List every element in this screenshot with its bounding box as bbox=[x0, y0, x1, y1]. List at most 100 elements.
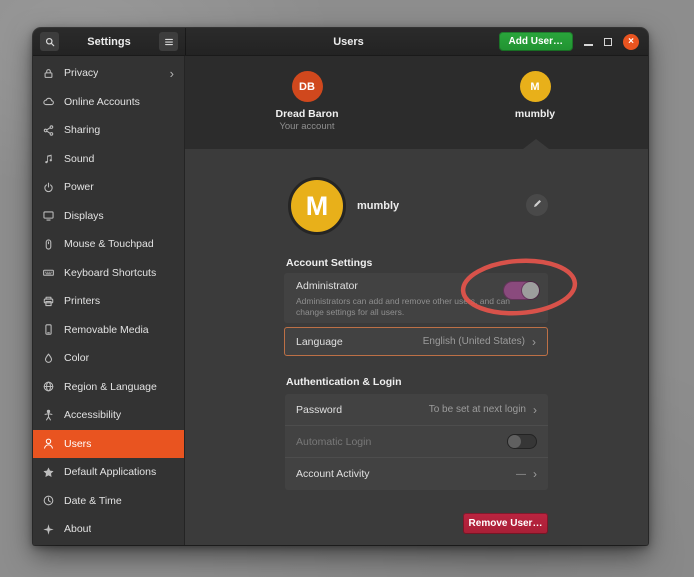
sidebar-item-about[interactable]: About bbox=[33, 515, 184, 544]
sidebar-item-mouse-and-touchpad[interactable]: Mouse & Touchpad bbox=[33, 230, 184, 259]
maximize-button[interactable] bbox=[604, 38, 612, 46]
sidebar-item-label: Accessibility bbox=[64, 409, 121, 421]
sidebar-item-label: Privacy bbox=[64, 67, 98, 79]
user-card-mumbly[interactable]: Mmumbly bbox=[475, 71, 595, 120]
administrator-row: Administrator Administrators can add and… bbox=[284, 273, 548, 323]
user-card-name: Dread Baron bbox=[247, 108, 367, 120]
hamburger-icon bbox=[163, 36, 175, 48]
settings-window: Settings Users Add User… × Privacy › Onlin… bbox=[33, 28, 648, 545]
window-controls: Add User… × bbox=[499, 32, 648, 51]
sidebar-item-label: Default Applications bbox=[64, 466, 156, 478]
automatic-login-row: Automatic Login bbox=[285, 426, 548, 458]
toggle-knob bbox=[508, 435, 521, 448]
sidebar-item-label: Power bbox=[64, 181, 94, 193]
sidebar-item-online-accounts[interactable]: Online Accounts bbox=[33, 88, 184, 117]
sidebar-item-accessibility[interactable]: Accessibility bbox=[33, 401, 184, 430]
accessibility-icon bbox=[42, 409, 55, 422]
mouse-icon bbox=[42, 238, 55, 251]
color-icon bbox=[42, 352, 55, 365]
toggle-knob bbox=[522, 282, 539, 299]
sidebar-item-printers[interactable]: Printers bbox=[33, 287, 184, 316]
sidebar-list: Privacy › Online Accounts Sharing Sound Power… bbox=[33, 56, 185, 545]
close-button[interactable]: × bbox=[623, 34, 639, 50]
sidebar-item-privacy[interactable]: Privacy › bbox=[33, 59, 184, 88]
search-button[interactable] bbox=[40, 32, 59, 51]
minimize-button[interactable] bbox=[584, 38, 593, 46]
keyboard-icon bbox=[42, 266, 55, 279]
close-icon: × bbox=[628, 37, 634, 47]
selected-user-pointer bbox=[523, 139, 549, 149]
chevron-right-icon: › bbox=[170, 67, 174, 80]
lock-icon bbox=[42, 67, 55, 80]
password-row[interactable]: Password To be set at next login › bbox=[285, 394, 548, 426]
sidebar-item-label: Keyboard Shortcuts bbox=[64, 267, 156, 279]
language-label: Language bbox=[296, 336, 343, 348]
sidebar-item-default-applications[interactable]: Default Applications bbox=[33, 458, 184, 487]
display-icon bbox=[42, 209, 55, 222]
header-bar: Settings Users Add User… × bbox=[33, 28, 648, 56]
avatar: M bbox=[288, 177, 346, 235]
sidebar-item-sound[interactable]: Sound bbox=[33, 145, 184, 174]
edit-name-button[interactable] bbox=[526, 194, 548, 216]
sidebar-item-keyboard-shortcuts[interactable]: Keyboard Shortcuts bbox=[33, 259, 184, 288]
avatar: DB bbox=[292, 71, 323, 102]
language-value: English (United States) bbox=[423, 336, 525, 347]
pencil-icon bbox=[532, 196, 543, 214]
panel-title: Users bbox=[186, 36, 511, 48]
chevron-right-icon: › bbox=[533, 468, 537, 480]
sidebar-item-color[interactable]: Color bbox=[33, 344, 184, 373]
user-name: mumbly bbox=[357, 200, 399, 212]
users-panel: DB Dread BaronYour account Mmumbly M mumbl… bbox=[185, 56, 648, 545]
media-icon bbox=[42, 323, 55, 336]
remove-user-button[interactable]: Remove User… bbox=[463, 513, 548, 534]
auth-login-title: Authentication & Login bbox=[286, 376, 402, 389]
sidebar-item-label: Region & Language bbox=[64, 381, 157, 393]
sidebar-item-users[interactable]: Users bbox=[33, 430, 184, 459]
chevron-right-icon: › bbox=[532, 336, 536, 348]
user-card-dread-baron[interactable]: DB Dread BaronYour account bbox=[247, 71, 367, 132]
password-label: Password bbox=[296, 404, 342, 416]
password-value: To be set at next login bbox=[429, 404, 526, 415]
sidebar-item-removable-media[interactable]: Removable Media bbox=[33, 316, 184, 345]
minimize-icon bbox=[584, 44, 593, 46]
sound-icon bbox=[42, 152, 55, 165]
account-activity-value: — bbox=[516, 469, 526, 480]
sidebar-item-displays[interactable]: Displays bbox=[33, 202, 184, 231]
auth-login-group: Password To be set at next login › Autom… bbox=[285, 394, 548, 490]
language-row[interactable]: Language English (United States) › bbox=[284, 327, 548, 356]
cloud-icon bbox=[42, 95, 55, 108]
sidebar-item-label: Mouse & Touchpad bbox=[64, 238, 154, 250]
administrator-label: Administrator bbox=[296, 280, 358, 292]
users-icon bbox=[42, 437, 55, 450]
sidebar-item-region-and-language[interactable]: Region & Language bbox=[33, 373, 184, 402]
sidebar-item-label: About bbox=[64, 523, 91, 535]
sidebar-item-label: Sound bbox=[64, 153, 94, 165]
sidebar-item-label: Users bbox=[64, 438, 91, 450]
search-icon bbox=[44, 36, 56, 48]
account-settings-title: Account Settings bbox=[286, 257, 372, 270]
account-activity-row[interactable]: Account Activity — › bbox=[285, 458, 548, 490]
menu-button[interactable] bbox=[159, 32, 178, 51]
content-header: Users Add User… × bbox=[186, 28, 648, 55]
administrator-description: Administrators can add and remove other … bbox=[296, 296, 521, 317]
sidebar-item-power[interactable]: Power bbox=[33, 173, 184, 202]
sidebar-item-label: Displays bbox=[64, 210, 104, 222]
user-card-name: mumbly bbox=[475, 108, 595, 120]
maximize-icon bbox=[604, 38, 612, 46]
sidebar-item-label: Date & Time bbox=[64, 495, 122, 507]
automatic-login-toggle[interactable] bbox=[507, 434, 537, 449]
sparkle-icon bbox=[42, 523, 55, 536]
printer-icon bbox=[42, 295, 55, 308]
administrator-toggle[interactable] bbox=[503, 281, 540, 300]
sidebar-item-sharing[interactable]: Sharing bbox=[33, 116, 184, 145]
star-icon bbox=[42, 466, 55, 479]
user-details-panel: M mumbly Account Settings Administrator … bbox=[185, 149, 648, 545]
user-card-subtitle: Your account bbox=[247, 121, 367, 132]
clock-icon bbox=[42, 494, 55, 507]
app-title: Settings bbox=[59, 36, 159, 48]
avatar: M bbox=[520, 71, 551, 102]
window-body: Privacy › Online Accounts Sharing Sound Power… bbox=[33, 56, 648, 545]
power-icon bbox=[42, 181, 55, 194]
sidebar-item-date-and-time[interactable]: Date & Time bbox=[33, 487, 184, 516]
sidebar-item-label: Online Accounts bbox=[64, 96, 140, 108]
